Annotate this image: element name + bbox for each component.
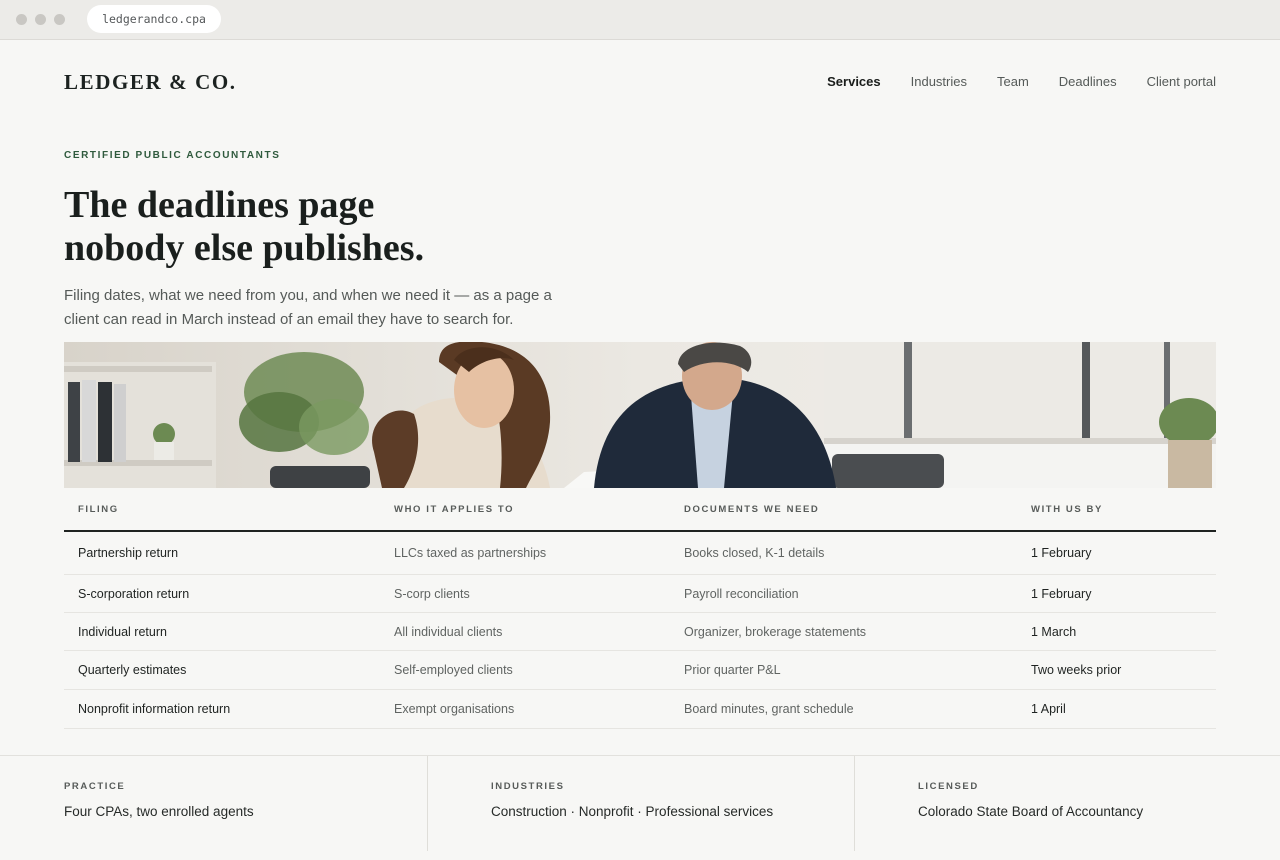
table-row: S-corporation return S-corp clients Payr… — [64, 575, 1216, 613]
cell-documents: Payroll reconciliation — [684, 586, 799, 601]
nav-client-portal[interactable]: Client portal — [1147, 74, 1216, 89]
table-row: Individual return All individual clients… — [64, 613, 1216, 651]
window-maximize-dot[interactable] — [54, 14, 65, 25]
header-who-it-applies-to: WHO IT APPLIES TO — [394, 503, 515, 515]
deadlines-table: FILING WHO IT APPLIES TO DOCUMENTS WE NE… — [64, 488, 1216, 729]
practice-facts-strip: PRACTICE Four CPAs, two enrolled agents … — [0, 755, 1280, 860]
table-row: Partnership return LLCs taxed as partner… — [64, 532, 1216, 575]
table-row: Nonprofit information return Exempt orga… — [64, 690, 1216, 729]
cell-applies-to: Exempt organisations — [394, 702, 515, 716]
cell-documents: Organizer, brokerage statements — [684, 624, 867, 639]
headline-line-1: The deadlines page — [64, 184, 375, 226]
fact-label: INDUSTRIES — [491, 781, 565, 792]
fact-value: Construction · Nonprofit · Professional … — [491, 804, 774, 819]
cell-applies-to: LLCs taxed as partnerships — [394, 546, 547, 560]
cell-filing: Quarterly estimates — [78, 663, 187, 677]
nav-industries[interactable]: Industries — [911, 74, 967, 89]
fact-practice: PRACTICE Four CPAs, two enrolled agents — [0, 756, 427, 851]
cell-due-date: 1 February — [1031, 586, 1092, 601]
nav-deadlines[interactable]: Deadlines — [1059, 74, 1117, 89]
cell-filing: Partnership return — [78, 546, 179, 560]
headline-line-2: nobody else publishes. — [64, 227, 425, 269]
fact-licensed: LICENSED Colorado State Board of Account… — [854, 756, 1280, 851]
intro-paragraph: Filing dates, what we need from you, and… — [64, 287, 552, 328]
fact-label: LICENSED — [918, 781, 979, 792]
cell-applies-to: All individual clients — [394, 624, 503, 639]
cell-due-date: 1 February — [1031, 546, 1092, 560]
window-close-dot[interactable] — [16, 14, 27, 25]
nav-services[interactable]: Services — [827, 74, 881, 89]
cell-documents: Books closed, K-1 details — [684, 546, 825, 560]
cell-due-date: 1 March — [1031, 624, 1077, 639]
cell-applies-to: Self-employed clients — [394, 663, 513, 677]
cell-due-date: Two weeks prior — [1031, 663, 1122, 677]
fact-industries: INDUSTRIES Construction · Nonprofit · Pr… — [427, 756, 854, 851]
cell-documents: Prior quarter P&L — [684, 663, 781, 677]
header-filing: FILING — [78, 503, 119, 515]
page-headline: The deadlines page nobody else publishes… — [64, 184, 584, 270]
cell-filing: Nonprofit information return — [78, 702, 231, 716]
header-documents-we-need: DOCUMENTS WE NEED — [684, 503, 820, 515]
eyebrow-label: CERTIFIED PUBLIC ACCOUNTANTS — [64, 150, 281, 161]
cell-filing: Individual return — [78, 624, 167, 639]
table-row: Quarterly estimates Self-employed client… — [64, 651, 1216, 690]
fact-value: Four CPAs, two enrolled agents — [64, 804, 254, 819]
table-header: FILING WHO IT APPLIES TO DOCUMENTS WE NE… — [64, 488, 1216, 532]
fact-value: Colorado State Board of Accountancy — [918, 804, 1144, 819]
main-nav: Services Industries Team Deadlines Clien… — [827, 74, 1216, 89]
address-bar[interactable]: ledgerandco.cpa — [87, 5, 221, 33]
cell-documents: Board minutes, grant schedule — [684, 702, 854, 716]
fact-label: PRACTICE — [64, 781, 126, 792]
site-logo[interactable]: LEDGER & CO. — [64, 70, 237, 95]
cell-due-date: 1 April — [1031, 702, 1066, 716]
cell-filing: S-corporation return — [78, 586, 190, 601]
hero-photo — [64, 342, 1216, 488]
cell-applies-to: S-corp clients — [394, 586, 470, 601]
browser-chrome: ledgerandco.cpa — [0, 0, 1280, 40]
window-minimize-dot[interactable] — [35, 14, 46, 25]
header-with-us-by: WITH US BY — [1031, 503, 1103, 515]
nav-team[interactable]: Team — [997, 74, 1029, 89]
